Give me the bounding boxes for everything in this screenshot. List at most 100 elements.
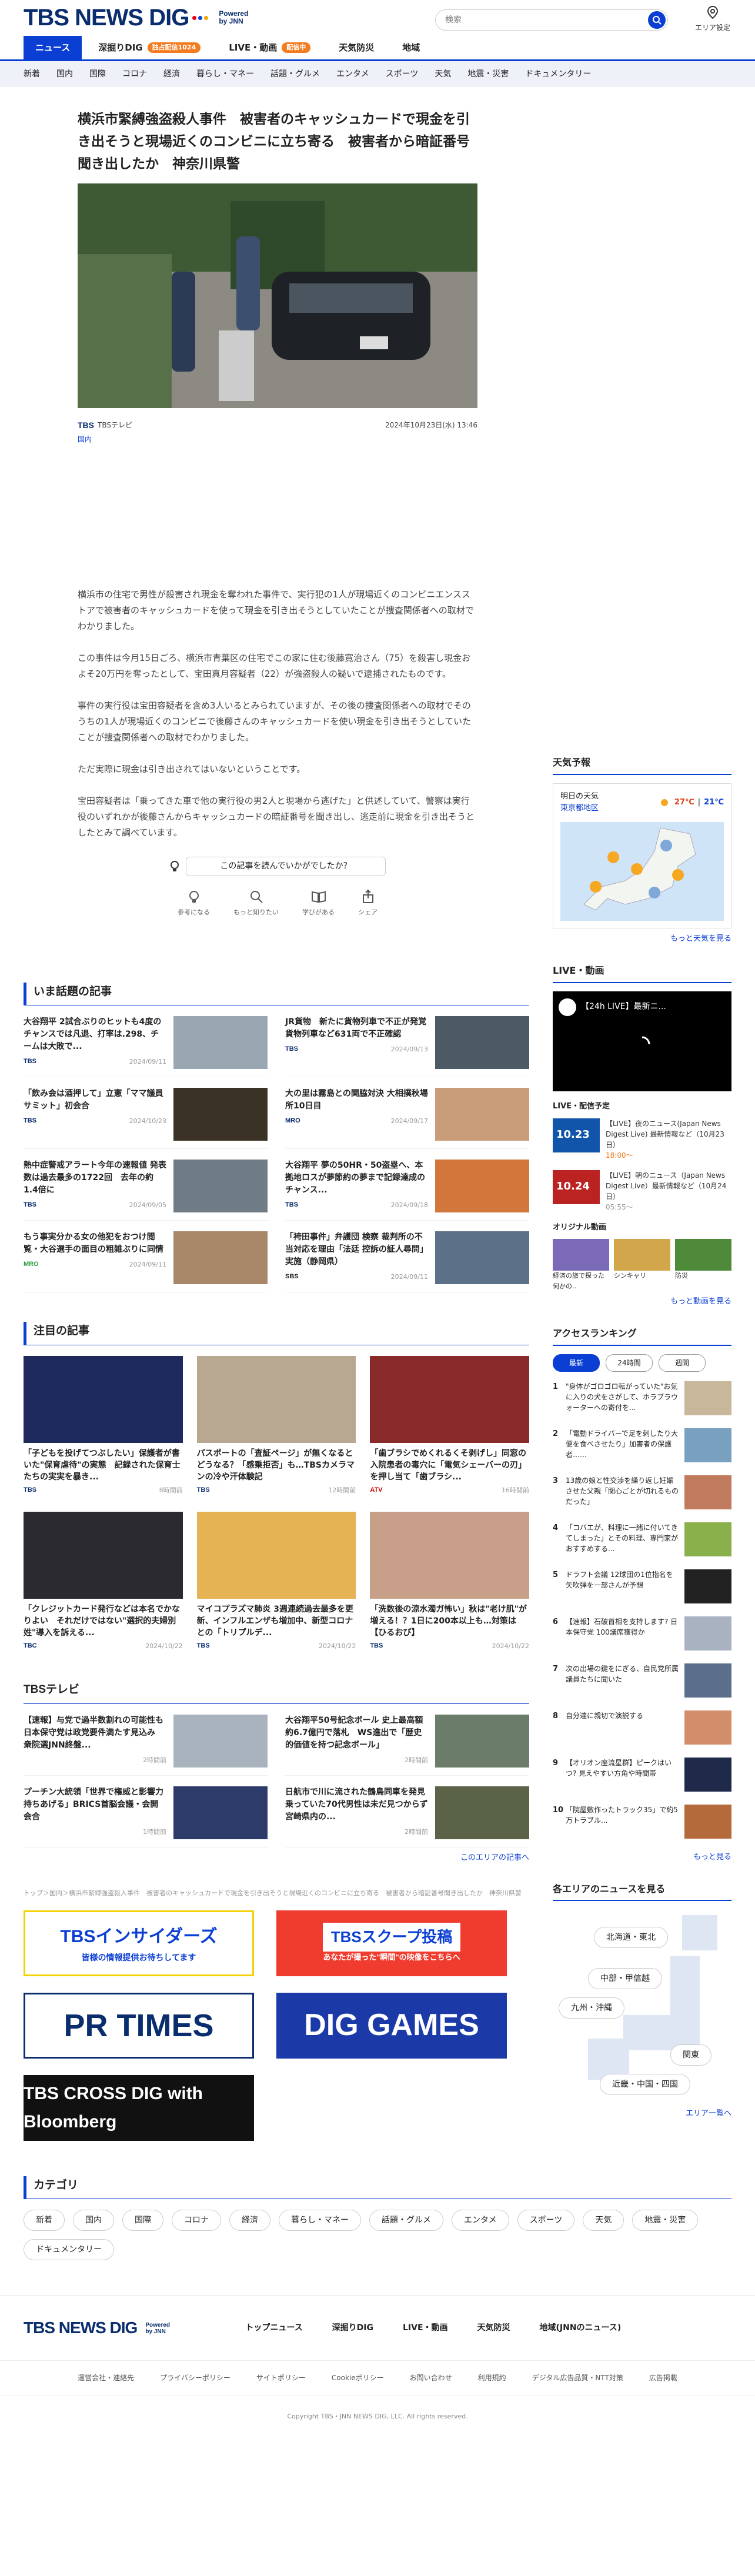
featured-item[interactable]: 「歯ブラシでめくれるくそ剥げし」同窓の入院患者の毒穴に「電気シェーバーの刃」を押… [370, 1355, 529, 1496]
live-player[interactable]: 【24h LIVE】最新ニ... [553, 991, 731, 1091]
tbs-tv-more-link[interactable]: このエリアの記事へ [24, 1852, 529, 1865]
category-nav-item[interactable]: スポーツ [386, 68, 419, 81]
footer-link[interactable]: デジタル広告品質・NTT対策 [532, 2373, 623, 2384]
ranking-item[interactable]: 3 13歳の娘と性交渉を繰り返し妊娠させた父親「関心ごとが切れるものだった」 [553, 1475, 731, 1518]
area-button-kinki[interactable]: 近畿・中国・四国 [600, 2074, 690, 2096]
banner-dig-games[interactable]: DIG GAMES [276, 1992, 507, 2059]
category-nav-item[interactable]: 話題・グルメ [270, 68, 320, 81]
area-button-hokkaido-tohoku[interactable]: 北海道・東北 [594, 1927, 668, 1949]
tab-live[interactable]: LIVE・動画 配信中 [217, 36, 322, 59]
area-button-kanto[interactable]: 関東 [670, 2044, 711, 2066]
category-chip[interactable]: 経済 [229, 2210, 270, 2231]
category-chip[interactable]: 国内 [73, 2210, 114, 2231]
original-video-item[interactable]: 経済の旅で探った何かの.. [553, 1239, 609, 1291]
trending-item[interactable]: 大谷翔平 2試合ぶりのヒットも4度のチャンスでは凡退、打率は.298、チームは大… [24, 1016, 268, 1078]
weather-region[interactable]: 東京都地区 [560, 803, 599, 815]
ranking-item[interactable]: 7 次の出場の鍵をにぎる、自民党所属議員たちに聞いた [553, 1663, 731, 1706]
area-more-link[interactable]: エリア一覧へ [553, 2108, 731, 2120]
live-more-link[interactable]: もっと動画を見る [553, 1296, 731, 1308]
ranking-tab-24h[interactable]: 24時間 [606, 1354, 653, 1372]
category-nav-item[interactable]: 新着 [24, 68, 40, 81]
category-nav-item[interactable]: 国際 [89, 68, 106, 81]
category-nav-item[interactable]: 経済 [163, 68, 180, 81]
ranking-item[interactable]: 1 "身体がゴロゴロ転がっていた"お気に入りの犬をさがして、ホラブラウォーターへの… [553, 1381, 731, 1424]
area-setting-button[interactable]: エリア設定 [691, 5, 734, 34]
area-button-kyushu[interactable]: 九州・沖縄 [559, 1997, 624, 2019]
featured-item[interactable]: パスポートの「査証ページ」が無くなるとどうなる？「感乗拒否」も…TBSカメラマン… [196, 1355, 356, 1496]
footer-nav-item[interactable]: 天気防災 [477, 2321, 510, 2334]
feedback-learn-button[interactable]: 学びがある [302, 889, 335, 918]
ranking-tab-latest[interactable]: 最新 [553, 1354, 600, 1372]
tab-news[interactable]: ニュース [24, 35, 82, 59]
category-nav-item[interactable]: 国内 [56, 68, 73, 81]
ranking-item[interactable]: 8 自分達に親切で演説する [553, 1710, 731, 1753]
category-nav-item[interactable]: コロナ [122, 68, 147, 81]
ranking-tab-weekly[interactable]: 週間 [659, 1354, 706, 1372]
footer-nav-item[interactable]: 深掘りDIG [332, 2321, 373, 2334]
search-input[interactable] [445, 15, 648, 25]
share-button[interactable]: シェア [358, 889, 378, 918]
article-category-link[interactable]: 国内 [78, 434, 92, 445]
category-chip[interactable]: 国際 [122, 2210, 163, 2231]
footer-nav-item[interactable]: トップニュース [245, 2321, 302, 2334]
feedback-helpful-button[interactable]: 参考になる [178, 889, 210, 918]
tab-dig[interactable]: 深掘りDIG 独占配信1024 [86, 36, 212, 59]
ranking-item[interactable]: 6 【速報】石破首相を支持します? 日本保守党 100議席獲得か [553, 1616, 731, 1659]
feedback-more-button[interactable]: もっと知りたい [233, 889, 279, 918]
featured-item[interactable]: マイコプラズマ肺炎 3週連続過去最多を更新、インフルエンザも増加中、新型コロナと… [196, 1512, 356, 1652]
live-schedule-item[interactable]: 10.24 【LIVE】朝のニュース（Japan News Digest Liv… [553, 1170, 731, 1212]
tbs-tv-item[interactable]: 日航市で川に流された鶴鳥同車を発見 乗っていた70代男性は未だ見つからず 宮崎県… [285, 1786, 529, 1848]
banner-pr-times[interactable]: PR TIMES [24, 1992, 254, 2059]
footer-nav-item[interactable]: 地域(JNNのニュース) [540, 2321, 622, 2334]
area-button-chubu[interactable]: 中部・甲信越 [588, 1968, 662, 1990]
trending-item[interactable]: 「袴田事件」弁護団 検察 裁判所の不当対応を理由「法廷 控訴の証人尋問」実施（静… [285, 1231, 529, 1293]
category-chip[interactable]: スポーツ [517, 2210, 575, 2231]
tbs-tv-item[interactable]: 大谷翔平50号記念ボール 史上最高額 約6.7億円で落札 WS進出で「歴史的価値… [285, 1715, 529, 1776]
footer-link[interactable]: お問い合わせ [410, 2373, 452, 2384]
category-chip[interactable]: エンタメ [452, 2210, 509, 2231]
tab-region[interactable]: 地域 [390, 36, 432, 59]
original-video-item[interactable]: 防災 [675, 1239, 731, 1291]
footer-link[interactable]: サイトポリシー [256, 2373, 306, 2384]
live-schedule-item[interactable]: 10.23 【LIVE】夜のニュース(Japan News Digest Liv… [553, 1118, 731, 1161]
featured-item[interactable]: 「洗数後の涼水濁ガ怖い」秋は"老け肌"が増える！？1日に200本以上も…対策は【… [370, 1512, 529, 1652]
category-nav-item[interactable]: 地震・災害 [467, 68, 509, 81]
banner-tbs-cross-dig[interactable]: TBS CROSS DIG with Bloomberg [24, 2074, 254, 2141]
category-nav-item[interactable]: 天気 [435, 68, 451, 81]
trending-item[interactable]: もう事実分かる女の他犯をおつけ閲覧・大谷選手の面目の粗雑ぶりに同情 MRO 2024… [24, 1231, 268, 1293]
weather-more-link[interactable]: もっと天気を見る [553, 933, 731, 945]
category-nav-item[interactable]: 暮らし・マネー [196, 68, 254, 81]
tab-weather[interactable]: 天気防災 [327, 36, 386, 59]
banner-tbs-insiders[interactable]: TBSインサイダーズ 皆様の情報提供お待ちしてます [24, 1910, 254, 1976]
footer-logo[interactable]: TBS NEWS DIG Powered by JNN [24, 2315, 175, 2341]
featured-item[interactable]: 「子どもを投げてつぶしたい」保護者が書いた"保育虐待"の実態 記録された保育士た… [24, 1355, 183, 1496]
trending-item[interactable]: 「飲み会は酒押して」立憲「ママ議員サミット」初会合 TBS 2024/10/23 [24, 1088, 268, 1150]
banner-tbs-scoop[interactable]: TBSスクープ投稿 あなたが撮った"瞬間"の映像をこちらへ [276, 1910, 507, 1976]
category-chip[interactable]: 地震・災害 [632, 2210, 699, 2231]
category-nav-item[interactable]: エンタメ [336, 68, 369, 81]
ranking-item[interactable]: 9 【オリオン座流星群】ピークはいつ? 見えやすい方角や時間帯 [553, 1757, 731, 1800]
category-chip[interactable]: ドキュメンタリー [24, 2239, 114, 2261]
ranking-item[interactable]: 5 ドラフト会議 12球団の1位指名を矢吹弾を一部さんが予想 [553, 1569, 731, 1612]
category-chip[interactable]: 話題・グルメ [369, 2210, 443, 2231]
footer-link[interactable]: プライバシーポリシー [160, 2373, 230, 2384]
original-video-item[interactable]: シンキャリ [614, 1239, 670, 1291]
ranking-item[interactable]: 2 「電動ドライバーで足を刺したり大便を食べさせたり」加害者の保護者…… [553, 1428, 731, 1471]
featured-item[interactable]: 「クレジットカード発行などは本名でかなりよい それだけではない"選択的夫婦別姓"… [24, 1512, 183, 1652]
search-button[interactable] [648, 11, 666, 29]
category-chip[interactable]: 新着 [24, 2210, 65, 2231]
footer-link[interactable]: Cookieポリシー [332, 2373, 384, 2384]
footer-nav-item[interactable]: LIVE・動画 [403, 2321, 448, 2334]
site-logo[interactable]: TBS NEWS DIG Powered by JNN [24, 0, 254, 36]
ranking-item[interactable]: 4 「コバエが、料理に一緒に付いてきてしまった」とその料理、専門家がおすすめする.… [553, 1522, 731, 1565]
footer-link[interactable]: 運営会社・連絡先 [78, 2373, 134, 2384]
trending-item[interactable]: 熱中症警戒アラート今年の速報値 発表数は過去最多の1722回 去年の約1.4倍に… [24, 1160, 268, 1221]
ranking-item[interactable]: 10 「院屋敷作ったトラック35」で約5万トラブル... [553, 1804, 731, 1847]
tbs-tv-item[interactable]: プーチン大統領「世界で権威と影響力持ちあげる」BRICS首脳会議・会開会合 1時間… [24, 1786, 268, 1848]
category-nav-item[interactable]: ドキュメンタリー [525, 68, 591, 81]
ranking-more-link[interactable]: もっと見る [553, 1852, 731, 1864]
tbs-tv-item[interactable]: 【速報】与党で過半数割れの可能性も 日本保守党は政党要件満たす見込み 衆院選JN… [24, 1715, 268, 1776]
footer-link[interactable]: 広告掲載 [649, 2373, 677, 2384]
category-chip[interactable]: 暮らし・マネー [279, 2210, 361, 2231]
trending-item[interactable]: JR貨物 新たに貨物列車で不正が発覚 貨物列車など631両で不正確認 TBS 202… [285, 1016, 529, 1078]
